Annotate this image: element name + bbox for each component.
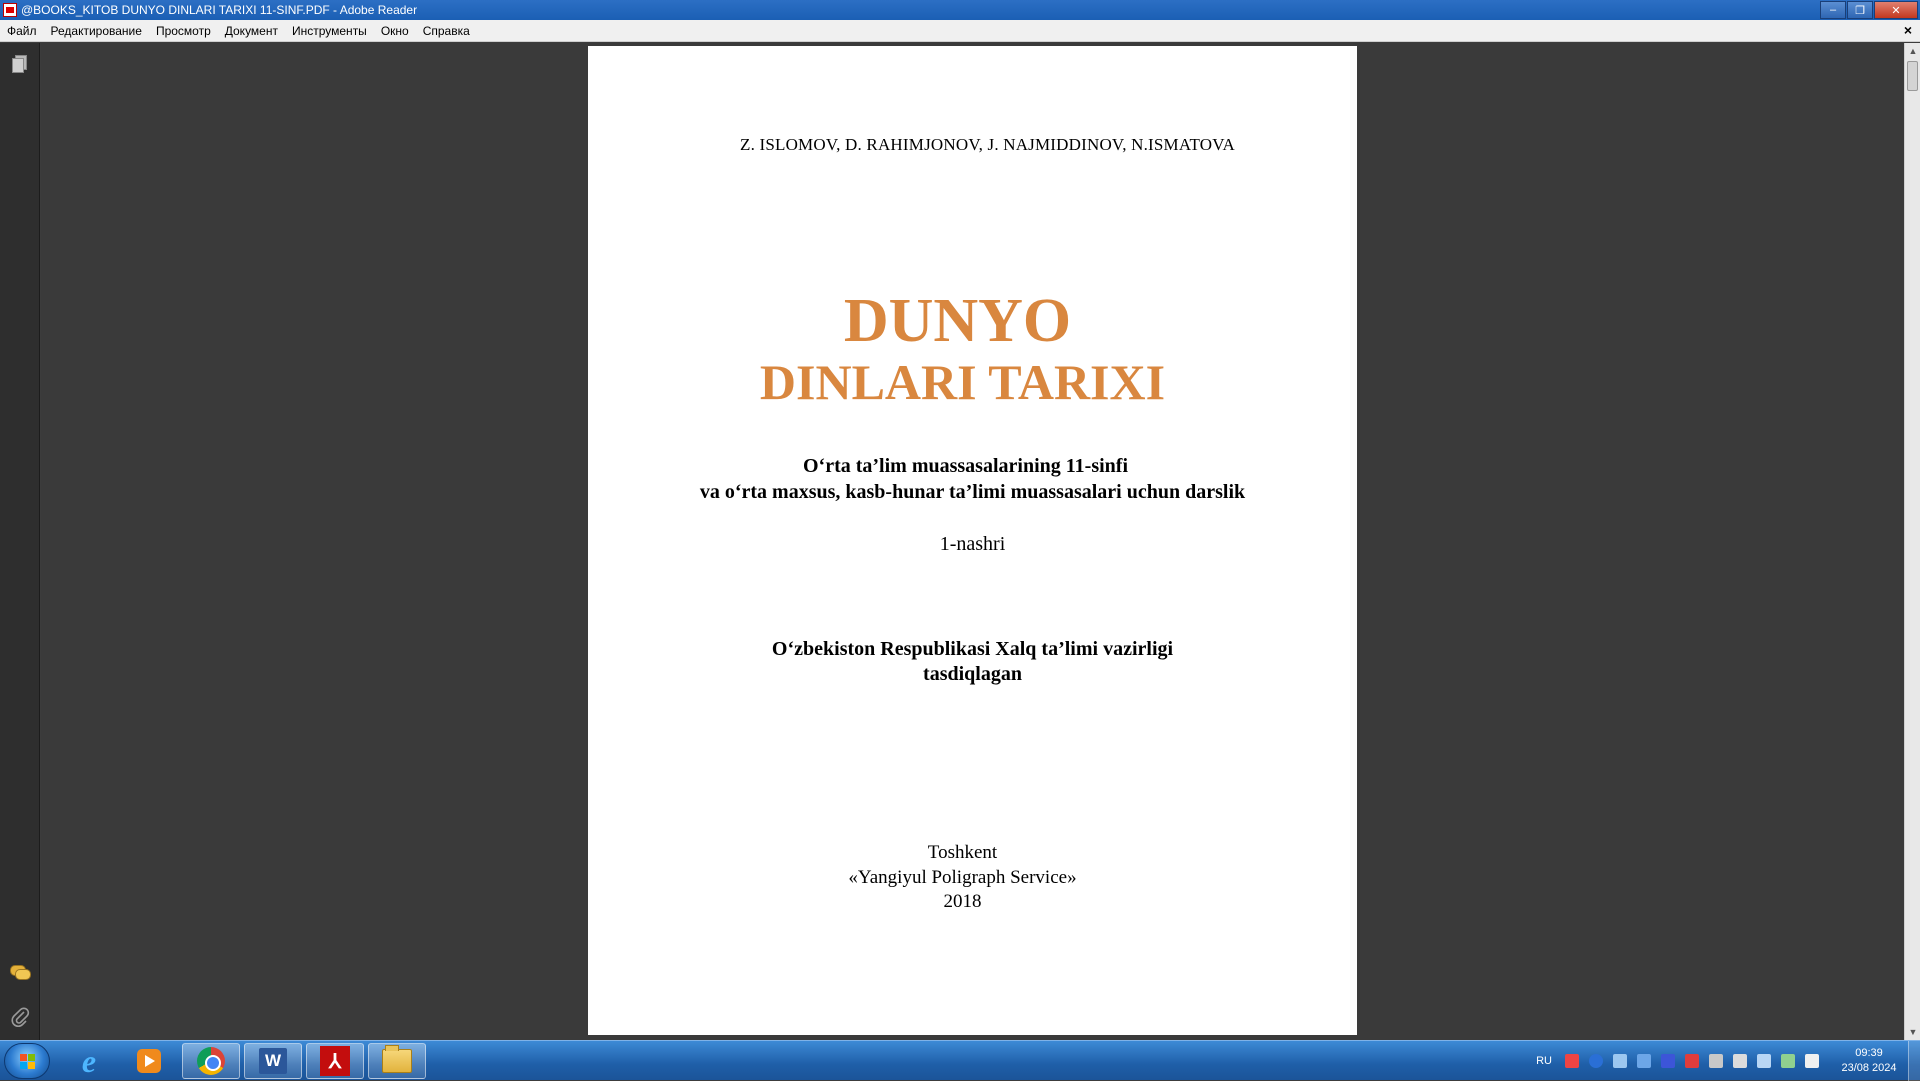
- internet-explorer-icon: e: [81, 1042, 97, 1079]
- window-title-bar[interactable]: @BOOKS_KITOB DUNYO DINLARI TARIXI 11-SIN…: [0, 0, 1920, 20]
- windows-logo-icon: [20, 1054, 36, 1070]
- book-title-line-1: DUNYO: [843, 287, 1072, 355]
- help-tray-icon[interactable]: [1589, 1054, 1603, 1068]
- word-icon: W: [259, 1048, 287, 1074]
- network-tray-icon[interactable]: [1613, 1054, 1627, 1068]
- comments-icon[interactable]: [10, 963, 31, 983]
- volume-icon[interactable]: [1733, 1054, 1747, 1068]
- book-subtitle-line-2: va o‘rta maxsus, kasb-hunar ta’limi muas…: [699, 481, 1246, 503]
- logo-red: [20, 1054, 27, 1061]
- vertical-scrollbar[interactable]: ▲ ▼: [1904, 43, 1920, 1040]
- publication-year: 2018: [943, 891, 982, 912]
- taskbar-word[interactable]: W: [244, 1043, 302, 1079]
- document-close-button[interactable]: ×: [1904, 22, 1912, 38]
- menu-window[interactable]: Окно: [374, 24, 416, 38]
- close-button[interactable]: ✕: [1874, 1, 1918, 19]
- windows-taskbar: e W ⅄ RU 09:39 23/08 2024: [0, 1040, 1920, 1081]
- display-tray-icon[interactable]: [1757, 1054, 1771, 1068]
- menu-view[interactable]: Просмотр: [149, 24, 218, 38]
- action-center-flag-icon[interactable]: [1805, 1054, 1819, 1068]
- adobe-reader-taskbar-icon: ⅄: [320, 1046, 350, 1076]
- chrome-icon: [197, 1047, 225, 1075]
- power-tray-icon[interactable]: [1709, 1054, 1723, 1068]
- adobe-reader-icon: [3, 3, 17, 17]
- window-title: @BOOKS_KITOB DUNYO DINLARI TARIXI 11-SIN…: [21, 3, 418, 17]
- usb-tray-icon[interactable]: [1781, 1054, 1795, 1068]
- device-tray-icon[interactable]: [1637, 1054, 1651, 1068]
- book-edition: 1-nashri: [939, 533, 1006, 555]
- book-title-line-2: DINLARI TARIXI: [759, 354, 1166, 410]
- clock-time: 09:39: [1855, 1047, 1883, 1059]
- taskbar-media-player[interactable]: [120, 1043, 178, 1079]
- clock-date: 23/08 2024: [1841, 1062, 1897, 1074]
- comments-icon-bubble-front: [15, 969, 31, 980]
- pages-icon-sheet-front: [12, 58, 24, 73]
- menu-edit[interactable]: Редактирование: [44, 24, 149, 38]
- attachment-icon[interactable]: [10, 1006, 30, 1027]
- book-authors: Z. ISLOMOV, D. RAHIMJONOV, J. NAJMIDDINO…: [739, 135, 1235, 154]
- media-player-icon: [137, 1049, 161, 1073]
- pdf-tray-icon[interactable]: [1565, 1054, 1579, 1068]
- clock[interactable]: 09:39 23/08 2024: [1830, 1046, 1908, 1076]
- menu-document[interactable]: Документ: [218, 24, 285, 38]
- restore-button[interactable]: ❐: [1847, 1, 1873, 19]
- security-tray-icon[interactable]: [1661, 1054, 1675, 1068]
- folder-icon: [382, 1045, 412, 1073]
- logo-green: [28, 1054, 35, 1061]
- approval-line-2: tasdiqlagan: [923, 663, 1022, 685]
- taskbar-windows-explorer[interactable]: [368, 1043, 426, 1079]
- publication-city: Toshkent: [927, 842, 998, 863]
- paperclip-icon: [11, 1007, 30, 1027]
- logo-yellow: [28, 1062, 35, 1069]
- show-desktop-button[interactable]: [1908, 1041, 1920, 1081]
- scroll-up-arrow-icon[interactable]: ▲: [1905, 43, 1920, 59]
- scroll-thumb[interactable]: [1907, 61, 1918, 91]
- approval-line-1: O‘zbekiston Respublikasi Xalq ta’limi va…: [771, 638, 1174, 660]
- menu-help[interactable]: Справка: [416, 24, 477, 38]
- book-subtitle-line-1: O‘rta ta’lim muassasalarining 11-sinfi: [802, 455, 1128, 477]
- taskbar-chrome[interactable]: [182, 1043, 240, 1079]
- pdf-page: Z. ISLOMOV, D. RAHIMJONOV, J. NAJMIDDINO…: [588, 46, 1357, 1035]
- start-button[interactable]: [4, 1043, 50, 1079]
- logo-blue: [20, 1062, 27, 1069]
- pages-icon[interactable]: [10, 55, 30, 75]
- publisher-name: «Yangiyul Poligraph Service»: [848, 867, 1077, 888]
- menu-tools[interactable]: Инструменты: [285, 24, 374, 38]
- document-viewport[interactable]: Z. ISLOMOV, D. RAHIMJONOV, J. NAJMIDDINO…: [41, 43, 1904, 1040]
- system-tray: RU 09:39 23/08 2024: [1536, 1041, 1920, 1081]
- taskbar-internet-explorer[interactable]: e: [60, 1043, 118, 1079]
- menu-bar: Файл Редактирование Просмотр Документ Ин…: [0, 20, 1920, 42]
- window-controls: ‒ ❐ ✕: [1819, 1, 1918, 19]
- language-indicator[interactable]: RU: [1536, 1055, 1552, 1067]
- taskbar-adobe-reader[interactable]: ⅄: [306, 1043, 364, 1079]
- navigation-pane: [0, 43, 40, 1040]
- menu-file[interactable]: Файл: [0, 24, 44, 38]
- antivirus-tray-icon[interactable]: [1685, 1054, 1699, 1068]
- minimize-button[interactable]: ‒: [1820, 1, 1846, 19]
- scroll-down-arrow-icon[interactable]: ▼: [1905, 1024, 1920, 1040]
